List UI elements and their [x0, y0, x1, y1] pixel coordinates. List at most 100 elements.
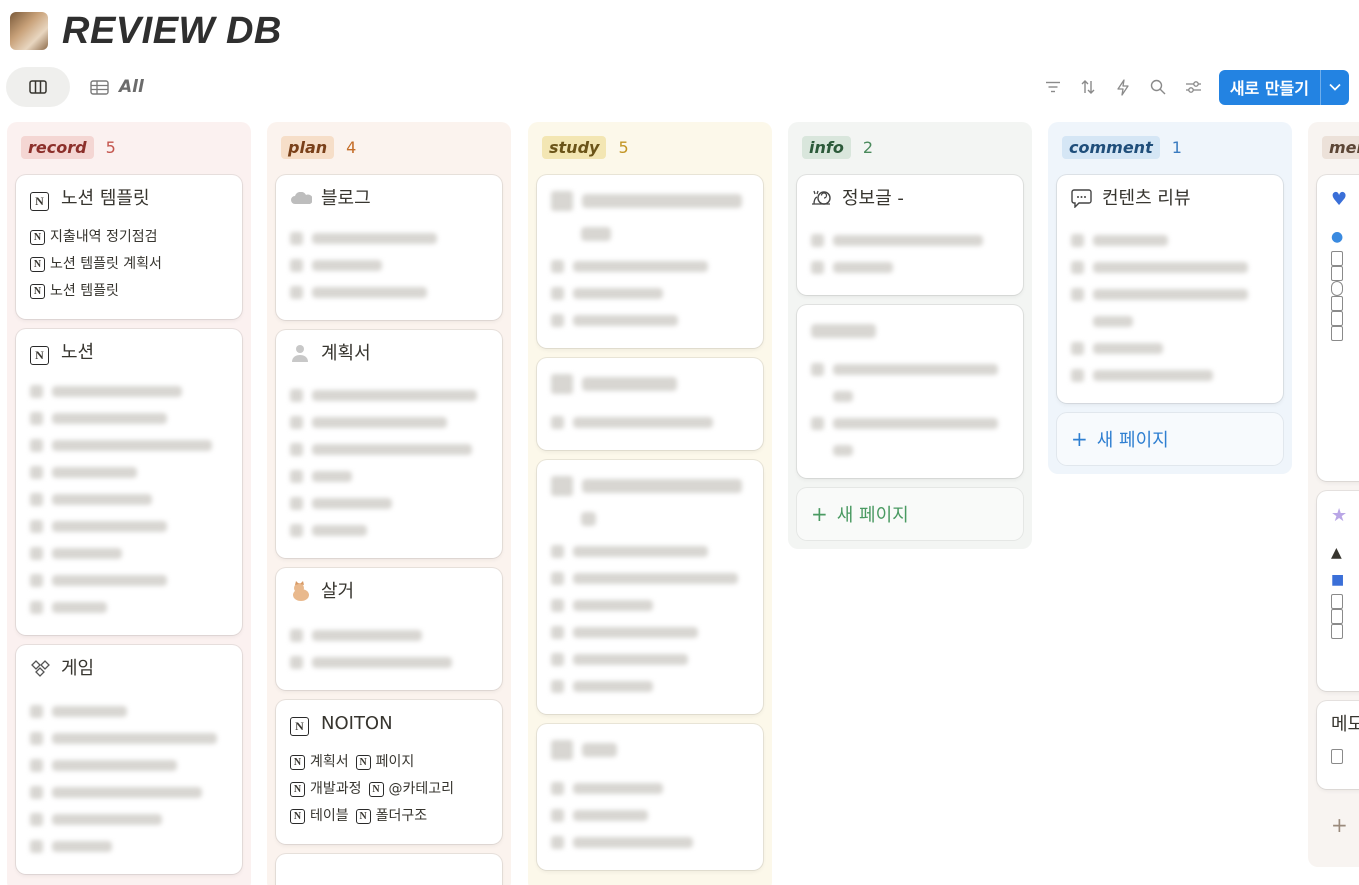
- card-blog[interactable]: 블로그: [276, 175, 502, 320]
- notion-icon: N: [290, 713, 312, 737]
- blurred-relation: [551, 802, 749, 829]
- column-study: study 5: [528, 122, 772, 885]
- blurred-relation: [290, 463, 488, 490]
- group-tag: plan: [281, 135, 335, 159]
- card-blurred[interactable]: [537, 358, 763, 450]
- column-header[interactable]: comment 1: [1057, 134, 1283, 160]
- plus-icon: +: [1071, 427, 1088, 451]
- relation-label: 개발과정: [310, 781, 362, 797]
- relation-item[interactable]: N 개발과정: [290, 776, 362, 803]
- sliders-icon: [1185, 81, 1201, 93]
- card-info-post[interactable]: 정보글 -: [797, 175, 1023, 295]
- group-tag: comment: [1062, 135, 1160, 159]
- column-header[interactable]: plan 4: [276, 134, 502, 160]
- board: record 5 N 노션 템플릿 N 지출내역 정기점검 N 노션 템플릿 계획서…: [0, 122, 1359, 885]
- card-title: 노션: [61, 342, 95, 363]
- card-blurred[interactable]: [537, 460, 763, 714]
- notion-icon: N: [30, 342, 52, 366]
- filter-button[interactable]: [1036, 71, 1071, 103]
- blurred-relation: [1071, 362, 1269, 389]
- settings-button[interactable]: [1176, 71, 1211, 103]
- card-notion[interactable]: N 노션: [16, 329, 242, 635]
- board-view-icon: [29, 80, 47, 94]
- automation-button[interactable]: [1106, 71, 1141, 103]
- document-icon: [1331, 326, 1343, 341]
- card-title: 계획서: [321, 343, 371, 364]
- new-page-button[interactable]: + 새 페이지: [1057, 413, 1283, 465]
- blurred-relation: [551, 646, 749, 673]
- board-view-button[interactable]: [6, 67, 70, 107]
- blurred-relation: [551, 307, 749, 334]
- relation-item[interactable]: N 지출내역 정기점검: [30, 224, 228, 251]
- table-icon: [90, 79, 109, 95]
- blurred-relation: [290, 279, 488, 306]
- card-partial[interactable]: ♥ ●: [1317, 175, 1359, 481]
- user-icon: [290, 343, 312, 370]
- relation-item[interactable]: N 노션 템플릿: [30, 278, 228, 305]
- relation-item: [1331, 296, 1359, 311]
- blurred-relation: [290, 436, 488, 463]
- card-blurred[interactable]: [797, 305, 1023, 478]
- document-icon: [1331, 624, 1343, 639]
- relation-item[interactable]: N 페이지: [355, 749, 414, 776]
- cat-icon: ▲: [1331, 545, 1342, 561]
- card-notion-template[interactable]: N 노션 템플릿 N 지출내역 정기점검 N 노션 템플릿 계획서 N 노션 템플릿: [16, 175, 242, 319]
- relation-item[interactable]: N 폴더구조: [355, 803, 427, 830]
- blurred-title: [581, 220, 749, 247]
- blurred-relation: [290, 252, 488, 279]
- group-tag: mer: [1322, 135, 1359, 159]
- relation-item: ●: [1331, 224, 1359, 251]
- column-header[interactable]: record 5: [16, 134, 242, 160]
- card-shopping[interactable]: 살거: [276, 568, 502, 690]
- document-icon: [1331, 311, 1343, 326]
- blurred-relation: [551, 409, 749, 436]
- sort-button[interactable]: [1071, 71, 1106, 103]
- new-button-dropdown[interactable]: [1320, 69, 1349, 105]
- blurred-relation: [811, 227, 1009, 254]
- group-count: 2: [862, 137, 874, 157]
- relation-label: 지출내역 정기점검: [50, 229, 158, 245]
- search-button[interactable]: [1141, 71, 1176, 103]
- blurred-relation: [551, 538, 749, 565]
- card-memo[interactable]: 메모: [1317, 701, 1359, 789]
- card-partial[interactable]: [276, 854, 502, 885]
- group-tag: record: [21, 135, 94, 159]
- relation-row: N 개발과정 N @카테고리: [290, 776, 488, 803]
- card-title: 컨텐츠 리뷰: [1102, 188, 1191, 209]
- column-header[interactable]: info 2: [797, 134, 1023, 160]
- tab-all[interactable]: All: [90, 77, 144, 97]
- card-plan-document[interactable]: 계획서: [276, 330, 502, 558]
- notion-icon: N: [30, 257, 45, 272]
- document-icon: [1331, 749, 1343, 764]
- card-content-review[interactable]: 컨텐츠 리뷰: [1057, 175, 1283, 403]
- blurred-relation: [551, 253, 749, 280]
- relation-item[interactable]: N @카테고리: [368, 776, 454, 803]
- card-partial[interactable]: ★ ▲ ■: [1317, 491, 1359, 691]
- page-title[interactable]: REVIEW DB: [62, 10, 282, 53]
- snail-icon: [811, 188, 833, 215]
- relation-item: [1331, 311, 1359, 326]
- relation-item: [1331, 749, 1359, 764]
- relation-item: [1331, 326, 1359, 341]
- blurred-relation: [1071, 227, 1269, 254]
- card-game[interactable]: 게임: [16, 645, 242, 874]
- card-title: 메모: [1331, 714, 1359, 735]
- card-blurred[interactable]: [537, 175, 763, 348]
- new-page-label: 새 페이지: [836, 505, 909, 526]
- new-page-button[interactable]: +: [1317, 799, 1359, 851]
- new-button-main[interactable]: 새로 만들기: [1219, 70, 1320, 105]
- relation-item[interactable]: N 계획서: [290, 749, 349, 776]
- card-blurred[interactable]: [537, 724, 763, 870]
- relation-item[interactable]: N 노션 템플릿 계획서: [30, 251, 228, 278]
- new-button: 새로 만들기: [1218, 69, 1349, 105]
- notion-icon: N: [30, 188, 52, 212]
- blurred-relation: [551, 829, 749, 856]
- new-page-button[interactable]: + 새 페이지: [797, 488, 1023, 540]
- blurred-relation: [290, 382, 488, 409]
- column-header[interactable]: study 5: [537, 134, 763, 160]
- blurred-relation: [290, 649, 488, 676]
- card-noiton[interactable]: N NOITON N 계획서 N 페이지 N 개발과정 N @카테고리 N 테이블 N 폴더…: [276, 700, 502, 844]
- column-header[interactable]: mer: [1317, 134, 1359, 160]
- relation-item[interactable]: N 테이블: [290, 803, 349, 830]
- photo-icon[interactable]: [10, 12, 48, 50]
